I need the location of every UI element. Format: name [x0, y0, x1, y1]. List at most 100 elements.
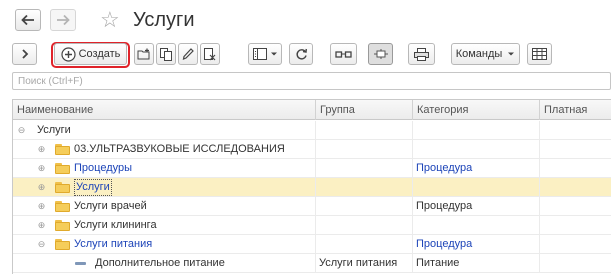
column-separator	[315, 254, 316, 273]
cell-name-text: Услуги	[74, 179, 112, 196]
column-separator	[412, 159, 413, 178]
search-input[interactable]	[13, 73, 610, 89]
expand-icon[interactable]: ⊕	[37, 202, 46, 211]
column-separator	[539, 197, 540, 216]
folder-icon	[55, 239, 70, 250]
column-separator	[315, 140, 316, 159]
glasses-icon	[335, 50, 352, 58]
cell-name: Услуги	[74, 178, 112, 197]
folder-icon	[55, 163, 70, 174]
collapse-icon[interactable]: ⊖	[17, 126, 26, 135]
create-group-button[interactable]	[134, 43, 154, 65]
page-title: Услуги	[133, 9, 195, 31]
table-settings-button[interactable]	[527, 43, 552, 65]
cell-name-text: Дополнительное питание	[95, 257, 225, 269]
column-separator	[539, 121, 540, 140]
find-button[interactable]	[330, 43, 357, 65]
column-header-category[interactable]: Категория	[413, 100, 540, 120]
column-separator	[412, 197, 413, 216]
hierarchy-icon	[373, 49, 388, 59]
mark-delete-button[interactable]	[200, 43, 220, 65]
cell-name: 03.УЛЬТРАЗВУКОВЫЕ ИССЛЕДОВАНИЯ	[74, 140, 285, 159]
table-row[interactable]: ⊖ Услуги питания Процедура	[13, 235, 611, 254]
edit-button[interactable]	[178, 43, 198, 65]
element-icon	[75, 262, 86, 265]
column-separator	[412, 178, 413, 197]
table-row[interactable]: ⊕ Услуги врачей Процедура	[13, 197, 611, 216]
table-row[interactable]: ⊖ Услуги	[13, 121, 611, 140]
arrow-left-icon	[21, 14, 34, 26]
column-separator	[539, 254, 540, 273]
column-separator	[539, 178, 540, 197]
column-header-paid[interactable]: Платная	[540, 100, 611, 120]
column-header-group[interactable]: Группа	[316, 100, 413, 120]
delete-mark-icon	[204, 47, 216, 60]
chevron-right-icon	[21, 49, 28, 59]
forward-button[interactable]	[50, 9, 76, 31]
table-row[interactable]: ⊕ 03.УЛЬТРАЗВУКОВЫЕ ИССЛЕДОВАНИЯ	[13, 140, 611, 159]
cell-name: Услуги питания	[74, 235, 152, 254]
back-button[interactable]	[15, 9, 41, 31]
pencil-icon	[182, 47, 194, 60]
expand-icon[interactable]: ⊕	[37, 145, 46, 154]
new-folder-icon	[137, 48, 150, 60]
cell-name-text: Услуги питания	[74, 238, 153, 250]
table-row[interactable]: ⊕ Услуги клининга	[13, 216, 611, 235]
table-row[interactable]: ⊕ Услуги	[13, 178, 611, 197]
expand-panel-button[interactable]	[12, 43, 37, 65]
refresh-icon	[295, 48, 307, 59]
create-button[interactable]: Создать	[54, 43, 127, 65]
column-separator	[412, 216, 413, 235]
table-header: Наименование Группа Категория Платная	[13, 100, 611, 120]
folder-icon	[55, 182, 70, 193]
column-separator	[315, 197, 316, 216]
create-button-label: Создать	[78, 48, 121, 60]
cell-name-text: Процедуры	[74, 162, 133, 174]
column-separator	[412, 235, 413, 254]
column-separator	[315, 235, 316, 254]
tree-mode-button[interactable]	[368, 43, 393, 65]
toolbar: Создать Команды	[0, 41, 611, 68]
title-bar: ☆ Услуги	[0, 0, 611, 40]
expand-icon[interactable]: ⊕	[37, 221, 46, 230]
plus-circle-icon	[60, 46, 76, 62]
copy-button[interactable]	[156, 43, 176, 65]
cell-name-text: Услуги врачей	[74, 200, 147, 212]
folder-icon	[55, 220, 70, 231]
expand-icon[interactable]: ⊕	[37, 183, 46, 192]
printer-icon	[414, 47, 429, 61]
services-table: Наименование Группа Категория Платная ⊖ У…	[12, 99, 611, 274]
expand-icon[interactable]: ⊕	[37, 164, 46, 173]
column-separator	[315, 216, 316, 235]
column-separator	[539, 235, 540, 254]
table-row[interactable]: ⊕ Процедуры Процедура	[13, 159, 611, 178]
cell-name-text: Услуги	[37, 124, 71, 136]
column-separator	[539, 140, 540, 159]
folder-icon	[55, 144, 70, 155]
table-row[interactable]: Дополнительное питание Услуги питания Пита…	[13, 254, 611, 273]
cell-name: Дополнительное питание	[95, 254, 225, 273]
copy-icon	[160, 47, 172, 61]
print-button[interactable]	[408, 43, 435, 65]
arrow-right-icon	[57, 14, 70, 26]
folder-icon	[55, 201, 70, 212]
collapse-icon[interactable]: ⊖	[37, 240, 46, 249]
column-separator	[412, 140, 413, 159]
cell-name-text: 03.УЛЬТРАЗВУКОВЫЕ ИССЛЕДОВАНИЯ	[74, 143, 285, 155]
cell-name: Услуги	[37, 121, 71, 140]
commands-button[interactable]: Команды	[451, 43, 520, 65]
cell-category: Питание	[416, 257, 460, 269]
dropdown-arrow-icon	[270, 52, 277, 56]
view-mode-button[interactable]	[248, 43, 282, 65]
column-header-name[interactable]: Наименование	[13, 100, 316, 120]
search-box[interactable]	[12, 72, 611, 90]
cell-category: Процедура	[416, 200, 473, 212]
cell-name: Процедуры	[74, 159, 132, 178]
refresh-button[interactable]	[289, 43, 313, 65]
list-view-icon	[252, 48, 267, 60]
table-icon	[532, 48, 547, 60]
column-separator	[315, 159, 316, 178]
cell-name: Услуги врачей	[74, 197, 147, 216]
star-icon[interactable]: ☆	[100, 6, 120, 34]
column-separator	[315, 121, 316, 140]
